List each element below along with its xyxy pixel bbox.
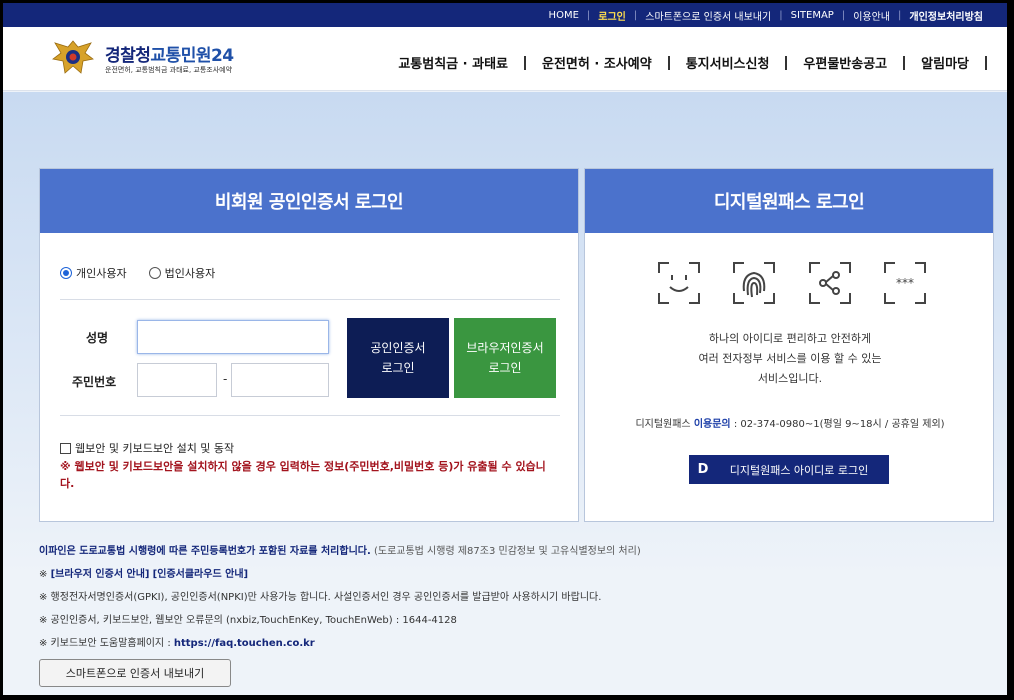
home-link[interactable]: HOME: [541, 10, 587, 21]
radio-corporate[interactable]: [148, 267, 161, 279]
browser-cert-login-button[interactable]: 브라우저인증서 로그인: [454, 318, 556, 398]
security-check-label[interactable]: 웹보안 및 키보드보안 설치 및 동작: [75, 440, 234, 456]
rrn-dash: -: [223, 372, 228, 386]
nav-license[interactable]: 운전면허 · 조사예약: [526, 53, 668, 72]
site-header: 경찰청교통민원24 운전면허, 교통범칙금 과태료, 교통조사예약 교통범칙금 …: [3, 27, 1007, 91]
divider: [60, 415, 560, 416]
rrn-label: 주민번호: [72, 375, 117, 389]
rrn-back-input[interactable]: [232, 364, 328, 396]
fingerprint-icon: [733, 262, 776, 304]
pattern-icon: [808, 262, 851, 304]
login-link[interactable]: 로그인: [590, 8, 634, 23]
sitemap-link[interactable]: SITEMAP: [783, 10, 842, 21]
radio-corporate-label[interactable]: 법인사용자: [165, 265, 216, 281]
guide-link[interactable]: 이용안내: [845, 8, 898, 23]
digital-onepass-panel: 디지털원패스 로그인 *** 하나의 아이디로 편리하고 안전하게 여러 전자정…: [584, 168, 994, 522]
rrn-front-input[interactable]: [138, 364, 216, 396]
divider: [60, 299, 560, 300]
browser-cert-guide-link[interactable]: [브라우저 인증서 안내]: [51, 569, 150, 580]
user-type-radio-group: 개인사용자 법인사용자: [60, 265, 237, 281]
onepass-login-button[interactable]: D 디지털원패스 아이디로 로그인: [689, 455, 889, 484]
logo-title-main: 경찰청: [105, 46, 151, 66]
notice-privacy: 이파인은 도로교통법 시행령에 따른 주민등록번호가 포함된 자료를 처리합니다…: [39, 546, 371, 557]
export-cert-button[interactable]: 스마트폰으로 인증서 내보내기: [39, 659, 231, 687]
notice-cert-types: ※ 행정전자서명인증서(GPKI), 공인인증서(NPKI)만 사용가능 합니다…: [39, 592, 602, 603]
cert-login-button[interactable]: 공인인증서 로그인: [347, 318, 449, 398]
radio-personal-label[interactable]: 개인사용자: [76, 265, 127, 281]
export-cert-link[interactable]: 스마트폰으로 인증서 내보내기: [637, 8, 779, 23]
logo-title-accent: 교통민원24: [150, 46, 234, 66]
nav-notification[interactable]: 통지서비스신청: [670, 53, 786, 72]
svg-text:***: ***: [896, 276, 914, 290]
browser-page: HOME | 로그인 | 스마트폰으로 인증서 내보내기 | SITEMAP |…: [3, 3, 1007, 695]
touchen-help-link[interactable]: https://faq.touchen.co.kr: [174, 638, 315, 649]
onepass-logo-icon: D: [697, 462, 709, 477]
face-id-icon: [658, 262, 700, 304]
logo-subtitle: 운전면허, 교통범칙금 과태료, 교통조사예약: [105, 66, 233, 74]
security-checkbox[interactable]: [60, 442, 71, 454]
privacy-policy-link[interactable]: 개인정보처리방침: [901, 8, 991, 23]
cert-login-title: 비회원 공인인증서 로그인: [40, 169, 578, 233]
notice-error-contact: ※ 공인인증서, 키보드보안, 웹보안 오류문의 (nxbiz,TouchEnK…: [39, 615, 457, 626]
cert-cloud-guide-link[interactable]: [인증서클라우드 안내]: [153, 569, 248, 580]
main-nav: 교통범칙금 · 과태료 운전면허 · 조사예약 통지서비스신청 우편물반송공고 …: [382, 53, 987, 72]
pin-icon: ***: [883, 262, 926, 304]
name-label: 성명: [86, 331, 109, 345]
onepass-contact: 디지털원패스 이용문의 : 02-374-0980~1(평일 9~18시 / 공…: [635, 419, 945, 430]
auth-methods-icons: ***: [657, 261, 927, 305]
nav-notice[interactable]: 알림마당: [905, 53, 985, 72]
police-emblem-icon: [52, 40, 94, 74]
radio-personal[interactable]: [60, 267, 72, 279]
rrn-back-field[interactable]: [231, 363, 329, 397]
nav-fines[interactable]: 교통범칙금 · 과태료: [382, 53, 524, 72]
cert-login-panel: 비회원 공인인증서 로그인 개인사용자 법인사용자 성명 주민번호 - 공인인증…: [39, 168, 579, 522]
top-utility-bar: HOME | 로그인 | 스마트폰으로 인증서 내보내기 | SITEMAP |…: [3, 3, 1007, 27]
onepass-title: 디지털원패스 로그인: [585, 169, 993, 233]
nav-returned-mail[interactable]: 우편물반송공고: [787, 53, 903, 72]
name-input[interactable]: [138, 321, 328, 353]
security-check-row: 웹보안 및 키보드보안 설치 및 동작: [60, 440, 234, 456]
onepass-description: 하나의 아이디로 편리하고 안전하게 여러 전자정부 서비스를 이용 할 수 있…: [698, 332, 882, 385]
rrn-front-field[interactable]: [137, 363, 217, 397]
name-field[interactable]: [137, 320, 329, 354]
security-warning: ※ 웹보안 및 키보드보안을 설치하지 않을 경우 입력하는 정보(주민번호,비…: [60, 460, 546, 490]
site-logo[interactable]: 경찰청교통민원24 운전면허, 교통범칙금 과태료, 교통조사예약: [51, 39, 271, 79]
